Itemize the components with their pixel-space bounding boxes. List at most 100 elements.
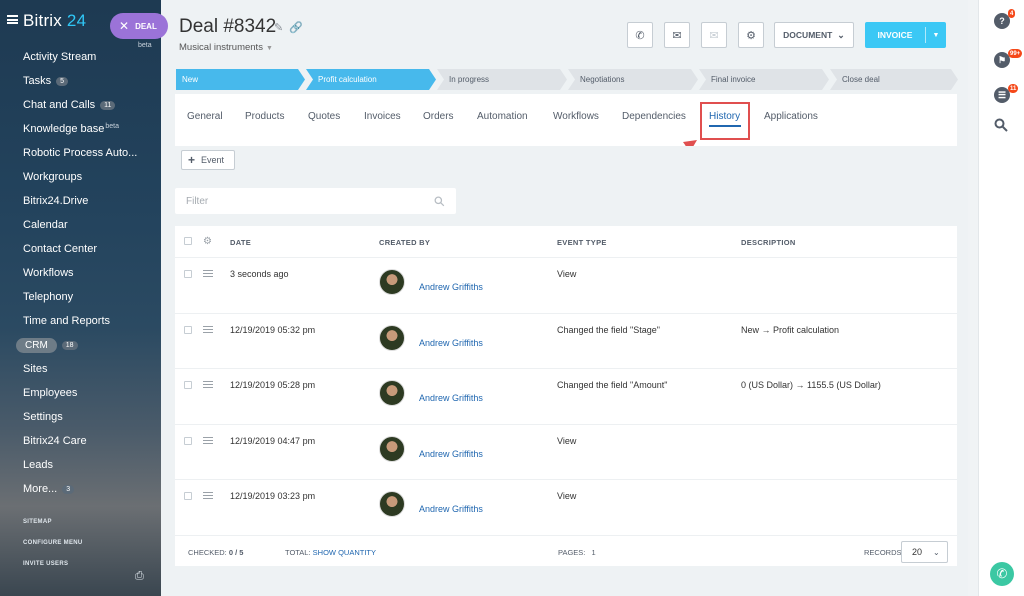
row-menu-icon[interactable] xyxy=(203,381,213,388)
chevron-down-icon[interactable]: ▼ xyxy=(926,32,946,39)
sidebar-item-more[interactable]: More... 3 xyxy=(0,477,161,501)
tab-general[interactable]: General xyxy=(187,111,223,122)
call-button[interactable]: ✆ xyxy=(627,22,653,48)
counter-badge: 3 xyxy=(62,484,75,494)
sidebar-item-leads[interactable]: Leads xyxy=(0,453,161,477)
tab-products[interactable]: Products xyxy=(245,111,284,122)
sidebar-item-crm[interactable]: CRM 18 xyxy=(0,333,161,357)
row-checkbox[interactable] xyxy=(184,325,192,334)
sidebar-item-workgroups[interactable]: Workgroups xyxy=(0,165,161,189)
avatar[interactable] xyxy=(379,380,405,406)
sidebar-item-telephony[interactable]: Telephony xyxy=(0,285,161,309)
sidebar-item-sites[interactable]: Sites xyxy=(0,357,161,381)
phone-icon: ✆ xyxy=(635,29,645,42)
sidebar-item-activity-stream[interactable]: Activity Stream xyxy=(0,45,161,69)
page-number[interactable]: 1 xyxy=(591,548,595,557)
tab-automation[interactable]: Automation xyxy=(477,111,528,122)
tab-invoices[interactable]: Invoices xyxy=(364,111,401,122)
sidebar-item-bitrix24-care[interactable]: Bitrix24 Care xyxy=(0,429,161,453)
row-event-type: Changed the field "Amount" xyxy=(557,380,668,390)
filter-input[interactable] xyxy=(175,188,425,214)
invoice-button[interactable]: INVOICE ▼ xyxy=(865,22,946,48)
settings-button[interactable]: ⚙ xyxy=(738,22,764,48)
page-title: Deal #8342 xyxy=(179,16,277,37)
avatar[interactable] xyxy=(379,491,405,517)
edit-pencil-icon[interactable]: ✎ xyxy=(274,22,283,34)
history-tab-highlight xyxy=(700,102,750,140)
sidebar-item-chat-and-calls[interactable]: Chat and Calls 11 xyxy=(0,93,161,117)
hamburger-menu-icon[interactable] xyxy=(7,15,18,24)
sidebar-item-employees[interactable]: Employees xyxy=(0,381,161,405)
show-quantity-link[interactable]: SHOW QUANTITY xyxy=(313,548,376,557)
document-button-label: DOCUMENT xyxy=(783,30,833,40)
records-per-page-select[interactable]: 20 ⌄ xyxy=(901,541,948,563)
tab-dependencies[interactable]: Dependencies xyxy=(622,111,686,122)
row-menu-icon[interactable] xyxy=(203,492,213,499)
sidebar-item-calendar[interactable]: Calendar xyxy=(0,213,161,237)
email-button[interactable]: ✉ xyxy=(664,22,690,48)
sidebar-item-time-and-reports[interactable]: Time and Reports xyxy=(0,309,161,333)
printer-icon[interactable]: ⎙ xyxy=(135,570,146,582)
stage-final-invoice[interactable]: Final invoice xyxy=(699,69,829,90)
stage-close-deal[interactable]: Close deal xyxy=(830,69,958,90)
row-checkbox[interactable] xyxy=(184,436,192,445)
tab-applications[interactable]: Applications xyxy=(764,111,818,122)
document-button[interactable]: DOCUMENT ⌄ xyxy=(774,22,854,48)
sidebar-item-workflows[interactable]: Workflows xyxy=(0,261,161,285)
stage-profit-calculation[interactable]: Profit calculation xyxy=(306,69,436,90)
tab-workflows[interactable]: Workflows xyxy=(553,111,599,122)
row-description: 0 (US Dollar) → 1155.5 (US Dollar) xyxy=(741,380,881,390)
sidebar-item-knowledge-base[interactable]: Knowledge base beta xyxy=(0,117,161,141)
row-created-by-link[interactable]: Andrew Griffiths xyxy=(419,504,483,514)
column-header-created-by[interactable]: CREATED BY xyxy=(379,238,430,247)
tab-quotes[interactable]: Quotes xyxy=(308,111,340,122)
copy-link-icon[interactable]: 🔗 xyxy=(289,22,303,34)
sidebar-item-label: Workgroups xyxy=(23,171,83,183)
chat-button[interactable]: ✉ xyxy=(701,22,727,48)
deal-category[interactable]: Musical instruments ▼ xyxy=(179,42,273,53)
avatar[interactable] xyxy=(379,435,405,462)
sidebar-item-robotic-process-auto[interactable]: Robotic Process Auto... beta xyxy=(0,42,161,165)
phone-call-button[interactable]: ✆ xyxy=(990,562,1014,586)
column-header-event-type[interactable]: EVENT TYPE xyxy=(557,238,607,247)
column-header-description[interactable]: DESCRIPTION xyxy=(741,238,796,247)
row-created-by-link[interactable]: Andrew Griffiths xyxy=(419,338,483,348)
divider xyxy=(175,257,957,258)
row-created-by-link[interactable]: Andrew Griffiths xyxy=(419,282,483,292)
sidebar-item-settings[interactable]: Settings xyxy=(0,405,161,429)
stage-negotiations[interactable]: Negotiations xyxy=(568,69,698,90)
beta-label: beta xyxy=(105,122,119,130)
close-deal-slider-button[interactable]: ✕ DEAL xyxy=(110,13,168,39)
configure-menu-link[interactable]: CONFIGURE MENU xyxy=(23,540,83,546)
invite-users-link[interactable]: INVITE USERS xyxy=(23,561,68,567)
row-menu-icon[interactable] xyxy=(203,270,213,277)
row-checkbox[interactable] xyxy=(184,381,192,389)
bitrix24-logo[interactable]: Bitrix 24 xyxy=(23,11,86,31)
counter-badge: 11 xyxy=(100,100,116,110)
column-header-date[interactable]: DATE xyxy=(230,238,251,247)
tab-orders[interactable]: Orders xyxy=(423,111,454,122)
sidebar-item-label: CRM xyxy=(16,337,57,353)
help-badge: 4 xyxy=(1008,9,1016,18)
scrollbar[interactable] xyxy=(968,0,978,596)
stage-new[interactable]: New xyxy=(176,69,305,90)
row-checkbox[interactable] xyxy=(184,492,192,500)
sidebar-item-contact-center[interactable]: Contact Center xyxy=(0,237,161,261)
add-event-button[interactable]: + Event xyxy=(181,150,235,170)
row-created-by-link[interactable]: Andrew Griffiths xyxy=(419,449,483,459)
row-menu-icon[interactable] xyxy=(203,436,213,444)
row-checkbox[interactable] xyxy=(184,270,192,278)
row-menu-icon[interactable] xyxy=(203,325,213,333)
search-icon[interactable] xyxy=(994,118,1010,134)
checked-count: CHECKED: 0 / 5 xyxy=(188,548,243,557)
gear-icon[interactable]: ⚙ xyxy=(203,236,212,247)
search-icon[interactable] xyxy=(434,196,445,207)
avatar[interactable] xyxy=(379,324,405,351)
avatar[interactable] xyxy=(379,269,405,295)
sitemap-link[interactable]: SITEMAP xyxy=(23,519,52,525)
row-created-by-link[interactable]: Andrew Griffiths xyxy=(419,393,483,403)
sidebar-item-tasks[interactable]: Tasks 5 xyxy=(0,69,161,93)
select-all-checkbox[interactable] xyxy=(184,237,192,245)
stage-in-progress[interactable]: In progress xyxy=(437,69,567,90)
sidebar-item-bitrix24-drive[interactable]: Bitrix24.Drive xyxy=(0,189,161,213)
